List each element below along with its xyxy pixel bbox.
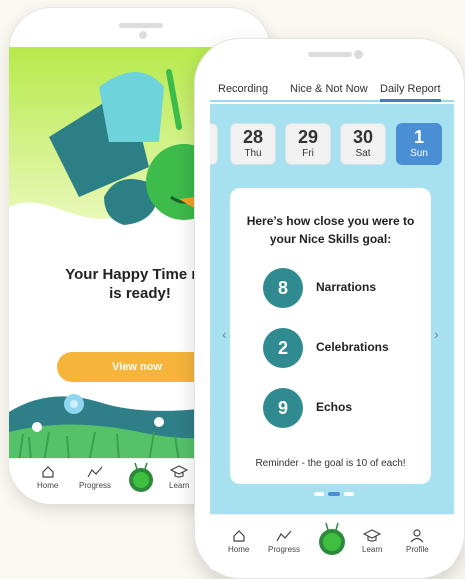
tab-label: Progress: [79, 481, 112, 490]
day-item[interactable]: 30 Sat: [340, 123, 386, 165]
tab-learn[interactable]: Learn: [362, 529, 382, 554]
day-item[interactable]: 28 Thu: [230, 123, 276, 165]
skill-label: Echos: [316, 400, 353, 414]
speaker: [308, 52, 352, 57]
skill-count: 8: [263, 268, 303, 308]
app-showcase: Your Happy Time rep is ready! View now H…: [0, 0, 465, 579]
tab-daily-report[interactable]: Daily Report: [380, 83, 441, 102]
day-weekday: Sun: [410, 148, 428, 159]
tab-bug[interactable]: [318, 521, 346, 560]
tab-label: Learn: [362, 545, 383, 554]
page-dot: [344, 492, 354, 496]
page-dot: [314, 492, 324, 496]
goal-heading: Here’s how close you were to your Nice S…: [230, 212, 431, 248]
bug-logo-icon: [319, 522, 345, 555]
tab-label: Learn: [169, 481, 190, 490]
skill-label: Celebrations: [316, 340, 389, 354]
daily-report-screen: 28 Thu 29 Fri 30 Sat 1 Sun ‹ › Here’s ho…: [210, 104, 454, 536]
heading-line-1: Here’s how close you were to: [246, 214, 415, 228]
home-icon: [233, 530, 245, 542]
skill-label: Narrations: [316, 280, 377, 294]
tab-label: Home: [37, 481, 59, 490]
day-weekday: Fri: [302, 148, 314, 159]
heading-line-2: your Nice Skills goal:: [269, 232, 392, 246]
profile-icon: [410, 529, 424, 543]
day-weekday: Sat: [355, 148, 371, 159]
learn-icon: [363, 529, 382, 542]
tab-nice-not-now[interactable]: Nice & Not Now: [290, 83, 368, 95]
skill-celebrations: 2 Celebrations: [263, 328, 423, 368]
progress-icon: [276, 530, 292, 542]
front-tab-bar: Home Progress Learn Profile: [210, 514, 454, 570]
title-line-1: Your Happy Time rep: [65, 266, 215, 283]
day-partial[interactable]: [210, 123, 218, 165]
tab-recording[interactable]: Recording: [218, 83, 268, 95]
page-indicator: [314, 492, 358, 496]
day-number: 29: [297, 127, 319, 147]
day-selector: 28 Thu 29 Fri 30 Sat 1 Sun: [210, 123, 454, 165]
tab-label: Progress: [268, 545, 301, 554]
tab-home[interactable]: Home: [37, 465, 58, 490]
tab-learn[interactable]: Learn: [169, 465, 189, 490]
camera: [139, 31, 147, 39]
view-now-button[interactable]: View now: [57, 352, 217, 382]
bug-logo-icon: [129, 462, 153, 492]
learn-icon: [170, 465, 189, 478]
tab-progress[interactable]: Progress: [268, 529, 300, 554]
page-dot-active: [328, 492, 340, 496]
skill-count: 2: [263, 328, 303, 368]
next-arrow[interactable]: ›: [434, 326, 439, 342]
goal-reminder: Reminder - the goal is 10 of each!: [255, 458, 406, 469]
tab-profile[interactable]: Profile: [406, 529, 429, 554]
day-item[interactable]: 29 Fri: [285, 123, 331, 165]
wing-upper: [99, 72, 164, 142]
tab-home[interactable]: Home: [228, 529, 249, 554]
goal-card: Here’s how close you were to your Nice S…: [230, 188, 431, 484]
day-number: 28: [242, 127, 264, 147]
progress-icon: [87, 466, 103, 478]
tab-progress[interactable]: Progress: [79, 465, 111, 490]
skill-narrations: 8 Narrations: [263, 268, 423, 308]
prev-arrow[interactable]: ‹: [222, 326, 227, 342]
tab-label: Home: [228, 545, 250, 554]
phone-front: Recording Nice & Not Now Daily Report 28…: [194, 38, 465, 579]
title-line-2: is ready!: [109, 285, 171, 302]
speaker: [119, 23, 163, 28]
skill-count: 9: [263, 388, 303, 428]
day-item-selected[interactable]: 1 Sun: [396, 123, 442, 165]
report-tabs: Recording Nice & Not Now Daily Report: [210, 78, 454, 102]
tab-label: Profile: [406, 545, 429, 554]
day-weekday: Thu: [244, 148, 262, 159]
day-number: 1: [413, 127, 424, 147]
home-icon: [42, 466, 54, 478]
tab-bug[interactable]: [128, 461, 154, 498]
skill-echos: 9 Echos: [263, 388, 423, 428]
camera: [354, 50, 363, 59]
day-number: 30: [352, 127, 374, 147]
